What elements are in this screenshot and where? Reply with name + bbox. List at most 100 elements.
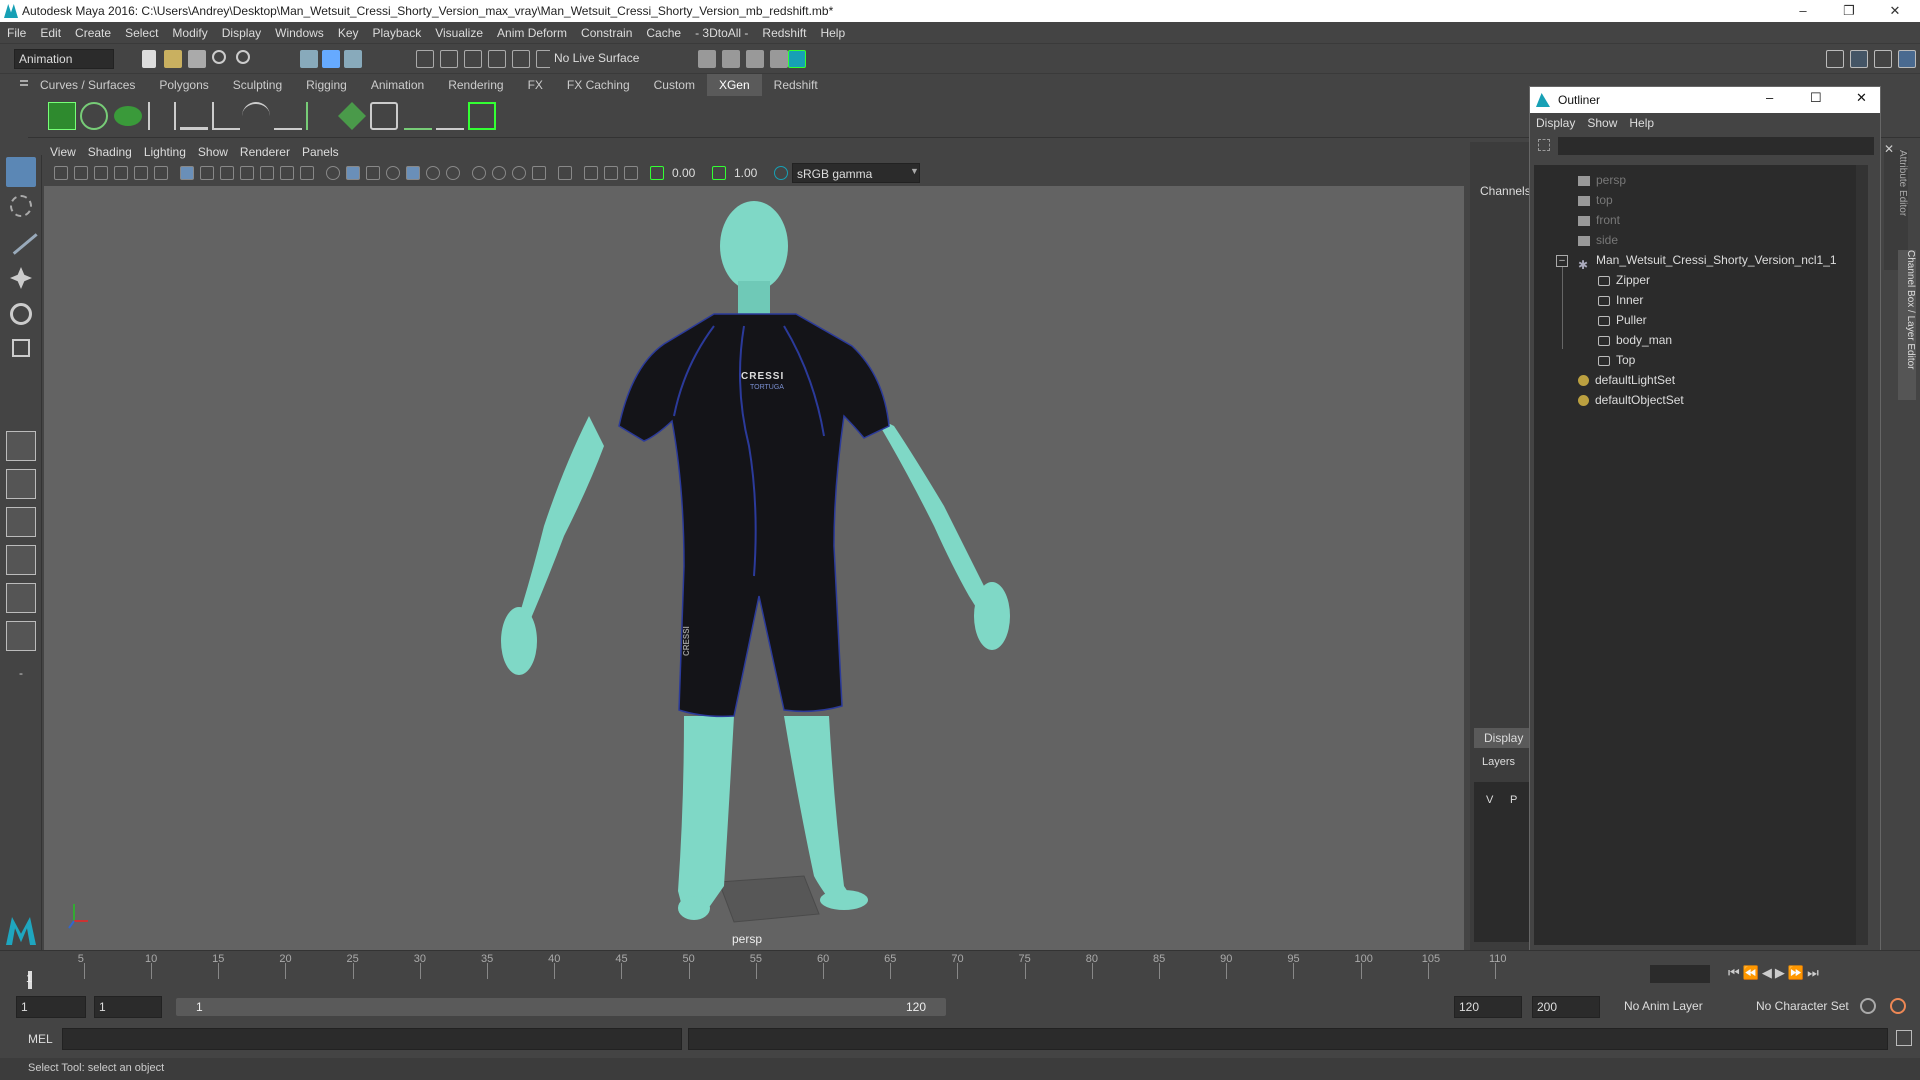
snap-grid-icon[interactable] [416,50,434,68]
layers-label[interactable]: Layers [1482,756,1515,768]
panel-close-icon[interactable]: ✕ [1884,142,1894,156]
menu-display[interactable]: Display [215,22,268,44]
channel-box-toggle-icon[interactable] [1898,50,1916,68]
gamma-icon[interactable] [712,166,726,180]
minimize-button[interactable]: – [1780,0,1826,22]
new-scene-icon[interactable] [142,50,156,68]
tab-curves-surfaces[interactable]: Curves / Surfaces [28,74,147,96]
tool-settings-icon[interactable] [1874,50,1892,68]
ipr-render-icon[interactable] [746,50,764,68]
filter-icon[interactable] [1538,139,1550,151]
xgen-preview-icon[interactable] [80,102,108,130]
screen-space-ao-icon[interactable] [472,166,486,180]
script-language-label[interactable]: MEL [28,1032,53,1046]
playback-start-field[interactable]: 1 [94,996,162,1018]
tab-custom[interactable]: Custom [642,74,707,96]
menu-redshift[interactable]: Redshift [755,22,813,44]
scale-tool-icon[interactable] [12,339,30,357]
paint-select-icon[interactable] [4,223,38,255]
make-live-icon[interactable] [512,50,530,68]
image-plane-icon[interactable] [114,166,128,180]
outliner-menu-help[interactable]: Help [1623,113,1660,133]
vp-menu-panels[interactable]: Panels [296,142,345,162]
color-management-icon[interactable] [774,166,788,180]
move-tool-icon[interactable] [10,267,32,289]
safe-action-icon[interactable] [280,166,294,180]
open-scene-icon[interactable] [164,50,182,68]
outliner-menu-show[interactable]: Show [1581,113,1623,133]
groom-cut-icon[interactable] [436,102,464,130]
menu-key[interactable]: Key [331,22,366,44]
rotate-tool-icon[interactable] [10,303,32,325]
hypershade-layout-icon[interactable] [6,583,36,613]
tab-rendering[interactable]: Rendering [436,74,515,96]
persp-graph-layout-icon[interactable] [6,545,36,575]
command-input[interactable] [62,1028,682,1050]
place-guides-icon[interactable] [148,102,176,130]
view-transform-dropdown[interactable]: sRGB gamma [792,163,920,183]
menu-constrain[interactable]: Constrain [574,22,639,44]
character-set-dropdown[interactable]: No Character Set [1752,996,1872,1018]
select-object-icon[interactable] [322,50,340,68]
bend-guides-icon[interactable] [306,102,334,130]
tab-sculpting[interactable]: Sculpting [221,74,294,96]
wireframe-on-shaded-icon[interactable] [366,166,380,180]
animation-preferences-icon[interactable] [1890,998,1906,1014]
interactive-groom-icon[interactable] [404,102,432,130]
tree-item-persp[interactable]: persp [1578,171,1626,189]
shadows-icon[interactable] [446,166,460,180]
single-perspective-layout-icon[interactable] [6,431,36,461]
sculpt-guides-icon[interactable] [242,102,270,130]
render-frame-icon[interactable] [722,50,740,68]
xray-active-icon[interactable] [604,166,618,180]
menu-modify[interactable]: Modify [165,22,214,44]
film-gate-icon[interactable] [200,166,214,180]
vp-menu-shading[interactable]: Shading [82,142,138,162]
lasso-tool-icon[interactable] [10,195,32,217]
field-chart-icon[interactable] [260,166,274,180]
outliner-menu-display[interactable]: Display [1530,113,1581,133]
select-hierarchy-icon[interactable] [300,50,318,68]
lock-camera-icon[interactable] [74,166,88,180]
redo-icon[interactable] [236,50,250,64]
move-guides-icon[interactable] [212,102,240,130]
vp-menu-view[interactable]: View [44,142,82,162]
save-scene-icon[interactable] [188,50,206,68]
snap-view-plane-icon[interactable] [488,50,506,68]
default-material-icon[interactable] [386,166,400,180]
motion-blur-icon[interactable] [492,166,506,180]
outliner-minimize-button[interactable]: – [1766,90,1773,105]
menu-file[interactable]: File [0,22,33,44]
render-settings-icon[interactable] [770,50,788,68]
live-surface-field[interactable]: No Live Surface [550,49,654,69]
custom-layout-icon[interactable] [6,621,36,651]
playback-end-field[interactable]: 120 [1454,996,1522,1018]
rebuild-guides-icon[interactable] [370,102,398,130]
tree-item-default-object-set[interactable]: defaultObjectSet [1578,391,1684,409]
time-slider[interactable]: 1 5 10 15 20 25 30 35 40 45 50 55 60 65 70 75 80 85 90 95 1… [0,950,1920,990]
menu-help[interactable]: Help [813,22,852,44]
undo-icon[interactable] [212,50,226,64]
xray-joints-icon[interactable] [624,166,638,180]
persp-outliner-layout-icon[interactable] [6,507,36,537]
tab-xgen[interactable]: XGen [706,74,762,96]
menu-edit[interactable]: Edit [33,22,68,44]
select-tool-icon[interactable] [6,157,36,187]
tree-item-inner[interactable]: Inner [1598,291,1643,309]
scene-end-field[interactable]: 200 [1532,996,1600,1018]
range-slider[interactable]: 1 120 [176,998,946,1016]
isolate-select-icon[interactable] [558,166,572,180]
auto-key-icon[interactable] [1860,998,1876,1014]
bookmark-icon[interactable] [94,166,108,180]
safe-title-icon[interactable] [300,166,314,180]
exposure-icon[interactable] [650,166,664,180]
outliner-maximize-button[interactable]: ☐ [1810,90,1822,106]
script-editor-icon[interactable] [1896,1030,1912,1046]
tab-rigging[interactable]: Rigging [294,74,359,96]
vp-menu-lighting[interactable]: Lighting [138,142,192,162]
tab-fx[interactable]: FX [516,74,555,96]
display-tab[interactable]: Display [1474,728,1530,748]
hypershade-icon[interactable] [788,50,806,68]
anim-layer-dropdown[interactable]: No Anim Layer [1620,996,1740,1018]
depth-of-field-icon[interactable] [532,166,546,180]
